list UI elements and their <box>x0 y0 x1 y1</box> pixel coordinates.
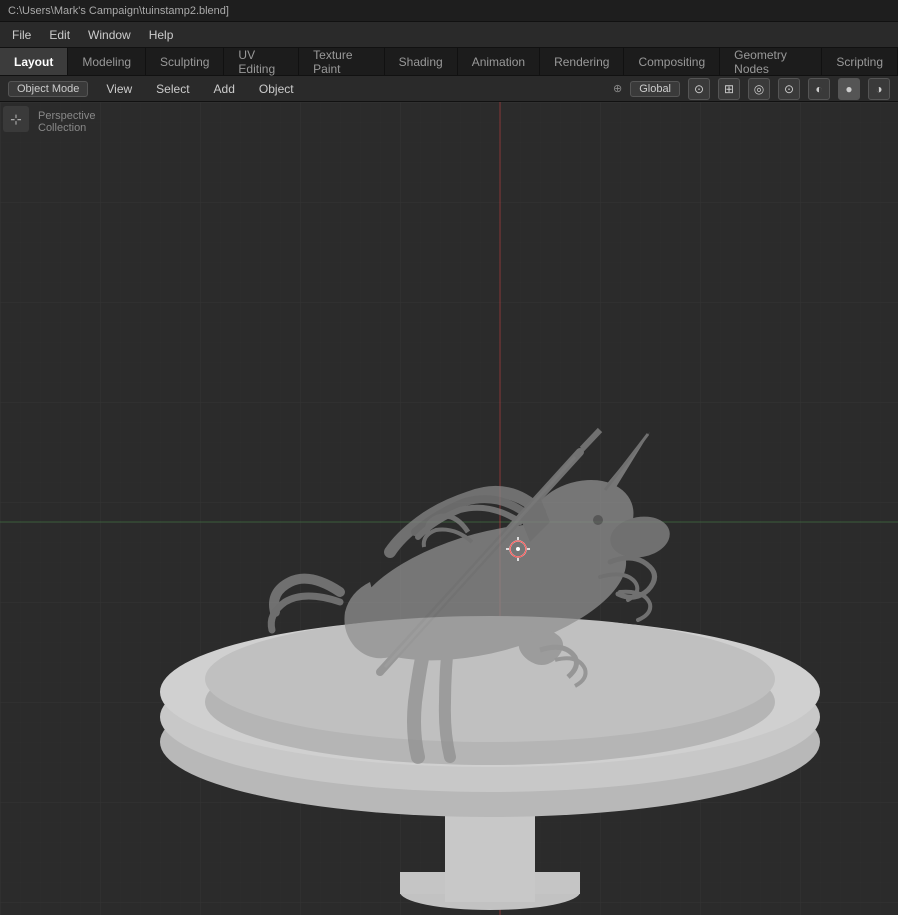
perspective-label: Perspective <box>38 110 95 122</box>
left-sidebar: ⊹ <box>0 102 32 915</box>
tab-compositing[interactable]: Compositing <box>624 48 720 75</box>
collection-label: Collection <box>38 122 95 134</box>
proportional-btn[interactable]: ◎ <box>748 78 770 100</box>
xray-btn[interactable]: ◐ <box>808 78 830 100</box>
menu-edit[interactable]: Edit <box>41 26 78 44</box>
tab-texture-paint[interactable]: Texture Paint <box>299 48 385 75</box>
grid-background <box>0 102 898 915</box>
shading-render-btn[interactable]: ◑ <box>868 78 890 100</box>
viewport[interactable]: Perspective Collection ⊹ <box>0 102 898 915</box>
tab-scripting[interactable]: Scripting <box>822 48 898 75</box>
menu-bar: File Edit Window Help <box>0 22 898 48</box>
tool-select[interactable]: ⊹ <box>3 106 29 132</box>
workspace-tabs: Layout Modeling Sculpting UV Editing Tex… <box>0 48 898 76</box>
tab-animation[interactable]: Animation <box>458 48 540 75</box>
shading-solid-btn[interactable]: ● <box>838 78 860 100</box>
toolbar-object[interactable]: Object <box>253 80 300 98</box>
title-text: C:\Users\Mark's Campaign\tuinstamp2.blen… <box>8 5 229 17</box>
toolbar-select[interactable]: Select <box>150 80 195 98</box>
overlay-btn[interactable]: ⊙ <box>778 78 800 100</box>
tab-shading[interactable]: Shading <box>385 48 458 75</box>
transform-select[interactable]: Global <box>630 81 680 97</box>
tab-sculpting[interactable]: Sculpting <box>146 48 224 75</box>
toolbar-right: ⊕ Global ⊙ ⊞ ◎ ⊙ ◐ ● ◑ <box>613 78 890 100</box>
transform-icon: ⊕ <box>613 82 622 95</box>
menu-help[interactable]: Help <box>141 26 182 44</box>
tab-layout[interactable]: Layout <box>0 48 68 75</box>
title-bar: C:\Users\Mark's Campaign\tuinstamp2.blen… <box>0 0 898 22</box>
viewport-info: Perspective Collection <box>38 110 95 134</box>
menu-window[interactable]: Window <box>80 26 139 44</box>
tab-geometry-nodes[interactable]: Geometry Nodes <box>720 48 822 75</box>
tab-uv-editing[interactable]: UV Editing <box>224 48 299 75</box>
toolbar-add[interactable]: Add <box>208 80 241 98</box>
pivot-btn[interactable]: ⊙ <box>688 78 710 100</box>
tab-rendering[interactable]: Rendering <box>540 48 624 75</box>
menu-file[interactable]: File <box>4 26 39 44</box>
toolbar: Object Mode View Select Add Object ⊕ Glo… <box>0 76 898 102</box>
snap-btn[interactable]: ⊞ <box>718 78 740 100</box>
tab-modeling[interactable]: Modeling <box>68 48 146 75</box>
mode-select[interactable]: Object Mode <box>8 81 88 97</box>
toolbar-view[interactable]: View <box>100 80 138 98</box>
